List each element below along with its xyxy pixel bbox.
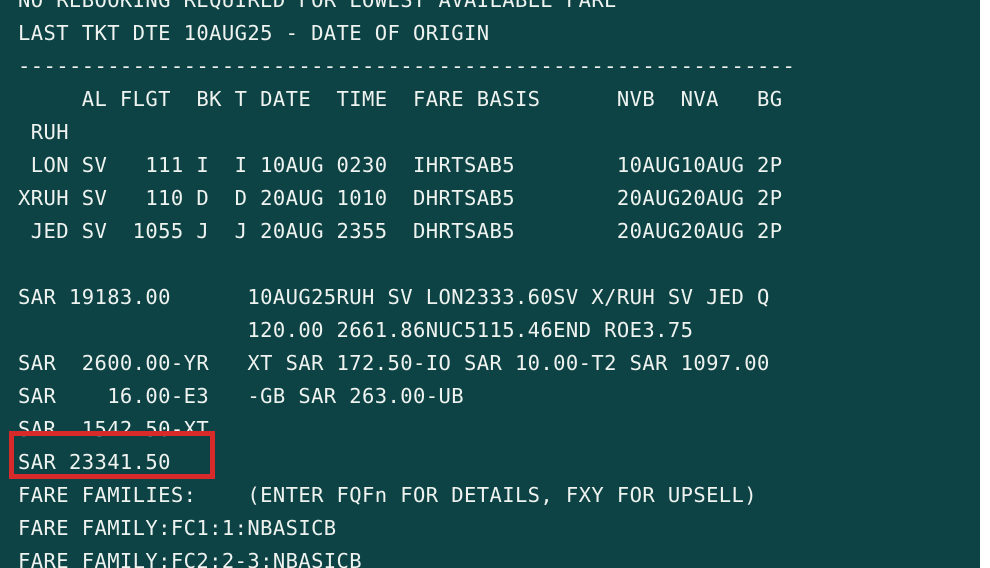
- itinerary-origin-row: RUH: [18, 120, 69, 144]
- fare-family-fc2-line: FARE FAMILY:FC2:2-3:NBASICB: [18, 549, 363, 568]
- terminal-line-status: NO REBOOKING REQUIRED FOR LOWEST AVAILAB…: [18, 0, 617, 12]
- fare-base-line: SAR 19183.00 10AUG25RUH SV LON2333.60SV …: [18, 285, 770, 309]
- total-fare-line: SAR 23341.50: [18, 450, 171, 474]
- itinerary-segment-row: XRUH SV 110 D D 20AUG 1010 DHRTSAB5 20AU…: [18, 186, 783, 210]
- terminal-screen[interactable]: NO REBOOKING REQUIRED FOR LOWEST AVAILAB…: [0, 0, 980, 568]
- itinerary-segment-row: JED SV 1055 J J 20AUG 2355 DHRTSAB5 20AU…: [18, 219, 783, 243]
- terminal-line-last-ticket-date: LAST TKT DTE 10AUG25 - DATE OF ORIGIN: [18, 21, 490, 45]
- tax-line-e3: SAR 16.00-E3 -GB SAR 263.00-UB: [18, 384, 464, 408]
- fare-families-line: FARE FAMILIES: (ENTER FQFn FOR DETAILS, …: [18, 483, 758, 507]
- tax-line-yr: SAR 2600.00-YR XT SAR 172.50-IO SAR 10.0…: [18, 351, 770, 375]
- fare-calculation-line: 120.00 2661.86NUC5115.46END ROE3.75: [18, 318, 694, 342]
- terminal-line-separator: ----------------------------------------…: [18, 54, 796, 78]
- itinerary-segment-row: LON SV 111 I I 10AUG 0230 IHRTSAB5 10AUG…: [18, 153, 783, 177]
- fare-family-fc1-line: FARE FAMILY:FC1:1:NBASICB: [18, 516, 337, 540]
- tax-line-xt: SAR 1542.50-XT: [18, 417, 210, 441]
- itinerary-header-row: AL FLGT BK T DATE TIME FARE BASIS NVB NV…: [18, 87, 783, 111]
